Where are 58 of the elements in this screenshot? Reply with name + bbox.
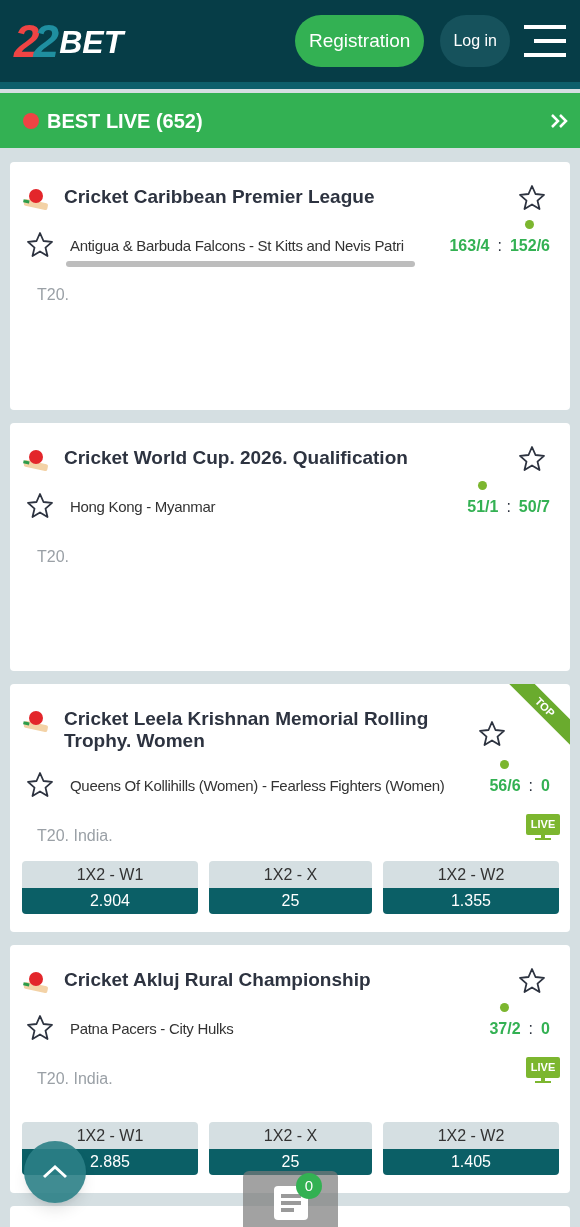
league-title: Cricket Leela Krishnan Memorial Rolling Trophy. Women: [64, 707, 430, 752]
odds-value[interactable]: 25: [209, 1149, 372, 1175]
event-card[interactable]: Cricket Caribbean Premier League Antigua & Barbuda Falcons - St Kitts and Nevis Patri 163/4 : 152/6 T20.: [10, 162, 570, 410]
favorite-star-icon[interactable]: [518, 967, 546, 994]
odds-label[interactable]: 1X2 - X: [209, 861, 372, 888]
odds-value[interactable]: 25: [209, 888, 372, 914]
odds-value[interactable]: 1.405: [383, 1149, 559, 1175]
cricket-icon: [22, 449, 50, 473]
score: 56/6: [489, 776, 521, 796]
live-title: BEST LIVE (652): [47, 108, 203, 134]
score: 50/7: [518, 497, 550, 517]
star-icon[interactable]: [26, 492, 54, 519]
score: 163/4: [449, 236, 490, 256]
league-title: Cricket Caribbean Premier League: [64, 185, 376, 208]
score: 0: [541, 1019, 550, 1039]
star-icon[interactable]: [26, 771, 54, 798]
logo[interactable]: 22BET: [14, 18, 124, 64]
odds-label[interactable]: 1X2 - W2: [383, 861, 559, 888]
odds-label[interactable]: 1X2 - X: [209, 1122, 372, 1149]
score-separator: :: [528, 776, 533, 796]
cricket-icon: [22, 971, 50, 995]
cricket-icon: [22, 188, 50, 212]
event-info: T20.: [37, 547, 69, 567]
odds-value[interactable]: 2.904: [22, 888, 198, 914]
event-info: T20.: [37, 285, 69, 305]
login-button[interactable]: Log in: [440, 15, 510, 67]
event-info: T20. India.: [37, 1069, 113, 1089]
star-icon[interactable]: [26, 1014, 54, 1041]
odds-label[interactable]: 1X2 - W1: [22, 861, 198, 888]
event-card[interactable]: Cricket Leela Krishnan Memorial Rolling Trophy. Women Queens Of Kollihills (Women) - Fearless Fighters (Women) 56/6 : 0 T20. India. LIVE 1X2 - W1 2.904 1X2 - X 25 1X2 - W2 1.355 TOP: [10, 684, 570, 932]
favorite-star-icon[interactable]: [518, 184, 546, 211]
count-badge: 0: [296, 1173, 322, 1199]
double-chevron-icon[interactable]: [550, 112, 568, 129]
chevron-up-icon: [42, 1165, 68, 1179]
cricket-icon: [22, 710, 50, 734]
favorite-star-icon[interactable]: [478, 720, 506, 747]
score: 51/1: [467, 497, 499, 517]
teams-text[interactable]: Hong Kong - Myanmar: [70, 498, 216, 515]
league-title: Cricket World Cup. 2026. Qualification: [64, 446, 409, 469]
odds-label[interactable]: 1X2 - W1: [22, 1122, 198, 1149]
odds-label[interactable]: 1X2 - W2: [383, 1122, 559, 1149]
favorite-star-icon[interactable]: [518, 445, 546, 472]
event-card[interactable]: Cricket World Cup. 2026. Qualification Hong Kong - Myanmar 51/1 : 50/7 T20.: [10, 423, 570, 671]
teams-text[interactable]: Patna Pacers - City Hulks: [70, 1020, 234, 1037]
score-separator: :: [506, 497, 511, 517]
teams-text[interactable]: Antigua & Barbuda Falcons - St Kitts and Nevis Patri: [70, 237, 404, 254]
odds-value[interactable]: 1.355: [383, 888, 559, 914]
score: 37/2: [489, 1019, 521, 1039]
event-info: T20. India.: [37, 826, 113, 846]
live-dot-icon: [22, 111, 40, 130]
score: 0: [541, 776, 550, 796]
league-title: Cricket Akluj Rural Championship: [64, 968, 372, 991]
score-separator: :: [497, 236, 502, 256]
star-icon[interactable]: [26, 231, 54, 258]
teams-text[interactable]: Queens Of Kollihills (Women) - Fearless Fighters (Women): [70, 777, 445, 794]
menu-icon[interactable]: [524, 25, 566, 57]
score-separator: :: [528, 1019, 533, 1039]
score: 152/6: [509, 236, 550, 256]
